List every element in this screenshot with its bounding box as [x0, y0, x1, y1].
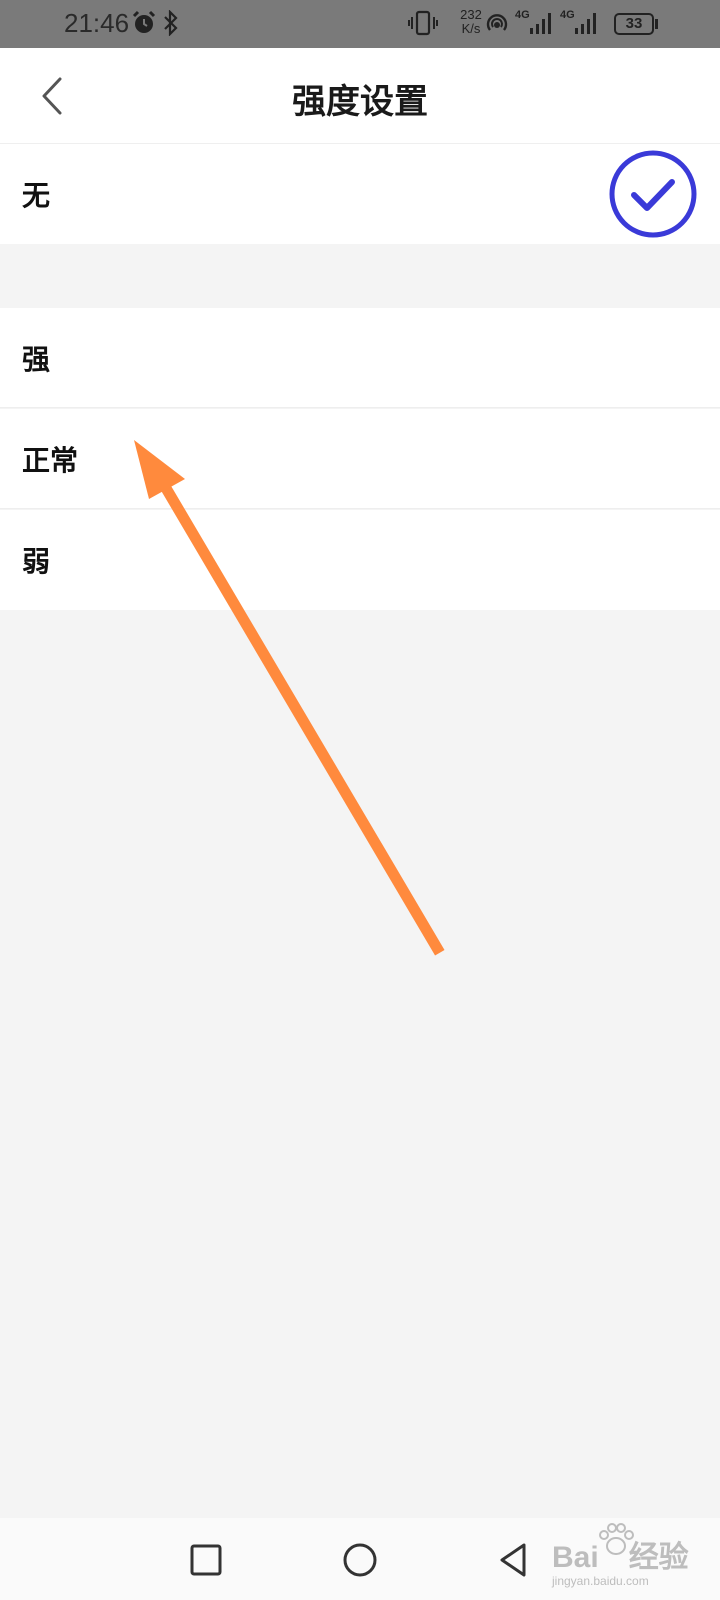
status-time: 21:46: [64, 8, 130, 38]
option-weak[interactable]: 弱: [0, 510, 720, 610]
header: 强度设置: [0, 48, 720, 144]
baidu-watermark: Bai 经验 jingyan.baidu.com: [550, 1522, 720, 1592]
bluetooth-icon: [164, 10, 178, 36]
net-speed-value: 232: [460, 7, 482, 22]
page-title: 强度设置: [292, 82, 428, 122]
signal-icon: [575, 13, 596, 34]
net-speed-unit: K/s: [461, 21, 481, 36]
option-label: 弱: [22, 545, 51, 578]
option-strong[interactable]: 强: [0, 308, 720, 408]
back-triangle-icon[interactable]: [490, 1536, 538, 1584]
watermark-brand-suffix: 经验: [628, 1541, 689, 1574]
option-label: 正常: [22, 444, 79, 477]
option-label: 无: [22, 179, 51, 212]
net-speed: 232 K/s: [456, 8, 486, 36]
alarm-icon: [132, 10, 156, 33]
divider: [0, 407, 720, 408]
option-normal[interactable]: 正常: [0, 409, 720, 509]
signal-icon: [530, 13, 551, 34]
hotspot-icon: [486, 14, 508, 31]
watermark-site: jingyan.baidu.com: [552, 1574, 649, 1588]
home-circle-icon[interactable]: [336, 1536, 384, 1584]
battery-level: 33: [625, 15, 643, 32]
option-none[interactable]: 无: [0, 144, 720, 244]
vibrate-icon: [408, 10, 438, 36]
battery-icon: 33: [614, 13, 654, 35]
recents-square-icon[interactable]: [182, 1536, 230, 1584]
divider: [0, 508, 720, 509]
status-bar: 21:46 232 K/s 4G 4G 33: [0, 0, 720, 48]
option-label: 强: [22, 343, 51, 376]
checkmark-circle-icon: [609, 150, 697, 238]
watermark-brand: Bai 经验: [552, 1532, 689, 1576]
watermark-brand-text: Bai: [552, 1541, 599, 1574]
battery-tip: [655, 19, 658, 29]
